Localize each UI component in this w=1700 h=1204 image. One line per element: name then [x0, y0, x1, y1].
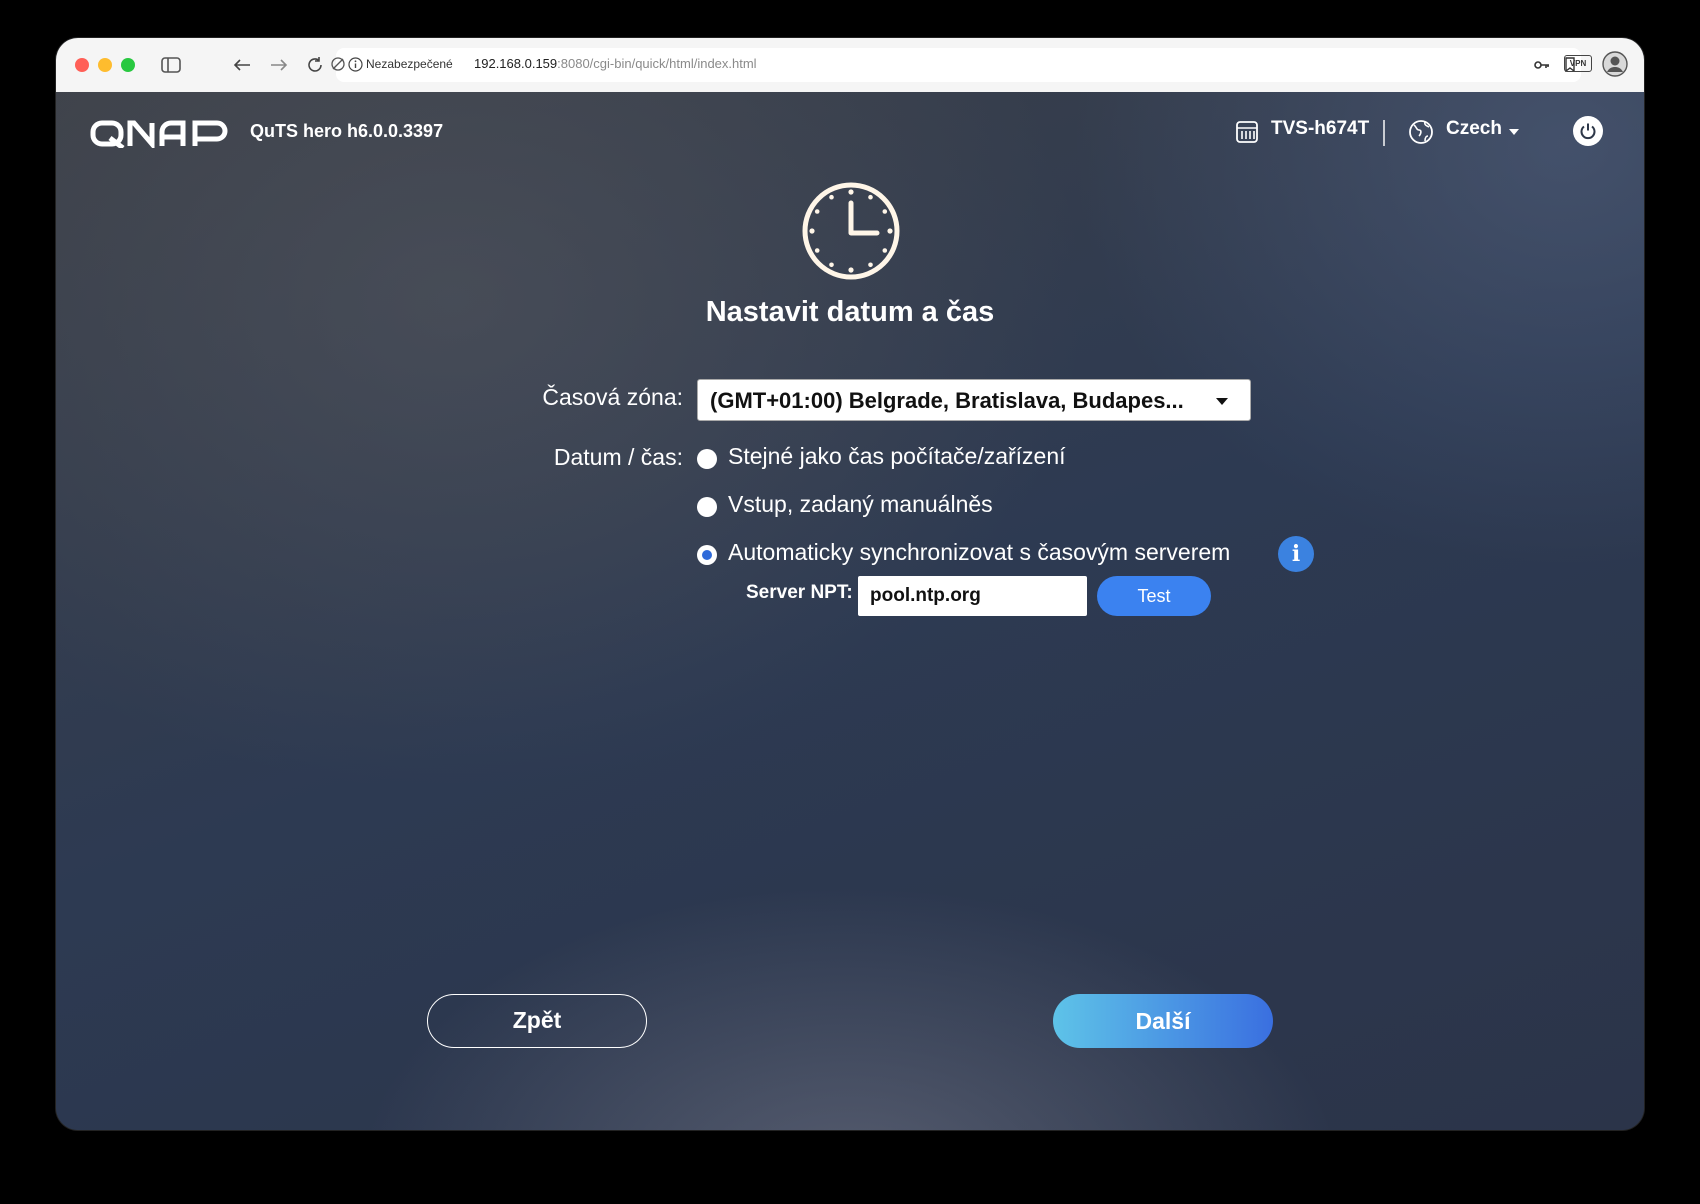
forward-arrow-icon[interactable]	[266, 52, 292, 78]
close-window-button[interactable]	[75, 58, 89, 72]
profile-avatar-icon[interactable]	[1602, 51, 1628, 82]
security-label: Nezabezpečené	[366, 57, 453, 71]
datetime-label: Datum / čas:	[553, 444, 683, 470]
info-circle-icon	[348, 57, 363, 77]
qnap-logo	[90, 120, 234, 153]
power-icon	[1580, 123, 1596, 140]
timezone-select[interactable]: (GMT+01:00) Belgrade, Bratislava, Budape…	[697, 379, 1251, 421]
url-text: 192.168.0.159:8080/cgi-bin/quick/html/in…	[474, 56, 757, 71]
reload-icon[interactable]	[302, 52, 328, 78]
globe-icon[interactable]	[1408, 119, 1434, 150]
language-caret-icon[interactable]	[1509, 129, 1519, 135]
next-button[interactable]: Další	[1053, 994, 1273, 1048]
radio-label-sync-time-server[interactable]: Automaticky synchronizovat s časovým ser…	[728, 539, 1230, 566]
browser-window: Nezabezpečené 192.168.0.159:8080/cgi-bin…	[56, 38, 1644, 1130]
radio-same-as-computer[interactable]	[697, 449, 717, 469]
product-version: QuTS hero h6.0.0.3397	[250, 121, 444, 141]
browser-toolbar: Nezabezpečené 192.168.0.159:8080/cgi-bin…	[56, 38, 1644, 93]
address-bar[interactable]: Nezabezpečené 192.168.0.159:8080/cgi-bin…	[331, 48, 1581, 82]
ntp-server-input[interactable]	[858, 576, 1087, 616]
back-button[interactable]: Zpět	[427, 994, 647, 1048]
header-divider	[1383, 120, 1385, 146]
power-button[interactable]	[1573, 116, 1603, 146]
language-selector[interactable]: Czech	[1446, 118, 1502, 140]
device-model: TVS-h674T	[1271, 118, 1370, 139]
setup-page: QuTS hero h6.0.0.3397 TVS-h674T Czech Na…	[56, 92, 1644, 1130]
minimize-window-button[interactable]	[98, 58, 112, 72]
nas-device-icon	[1235, 120, 1259, 149]
site-settings-icon[interactable]	[330, 56, 346, 77]
url-host: 192.168.0.159	[474, 56, 558, 71]
test-button[interactable]: Test	[1097, 576, 1211, 616]
timezone-value: (GMT+01:00) Belgrade, Bratislava, Budape…	[710, 388, 1184, 413]
key-icon[interactable]	[1534, 58, 1550, 76]
radio-manual-input[interactable]	[697, 497, 717, 517]
back-arrow-icon[interactable]	[229, 52, 255, 78]
ntp-server-label: Server NPT:	[746, 582, 853, 603]
chevron-down-icon	[1216, 398, 1228, 405]
sidebar-toggle-icon[interactable]	[158, 52, 184, 78]
radio-label-manual-input[interactable]: Vstup, zadaný manuálněs	[728, 491, 993, 518]
radio-label-same-as-computer[interactable]: Stejné jako čas počítače/zařízení	[728, 443, 1066, 470]
zoom-window-button[interactable]	[121, 58, 135, 72]
info-icon[interactable]: i	[1278, 536, 1314, 572]
vpn-icon[interactable]: VPN	[1564, 55, 1592, 72]
url-path: :8080/cgi-bin/quick/html/index.html	[557, 56, 757, 71]
page-title: Nastavit datum a čas	[705, 296, 995, 328]
qnap-logo-mark	[90, 120, 228, 151]
timezone-label: Časová zóna:	[542, 384, 683, 410]
radio-sync-time-server[interactable]	[697, 545, 717, 565]
clock-icon	[801, 181, 901, 286]
